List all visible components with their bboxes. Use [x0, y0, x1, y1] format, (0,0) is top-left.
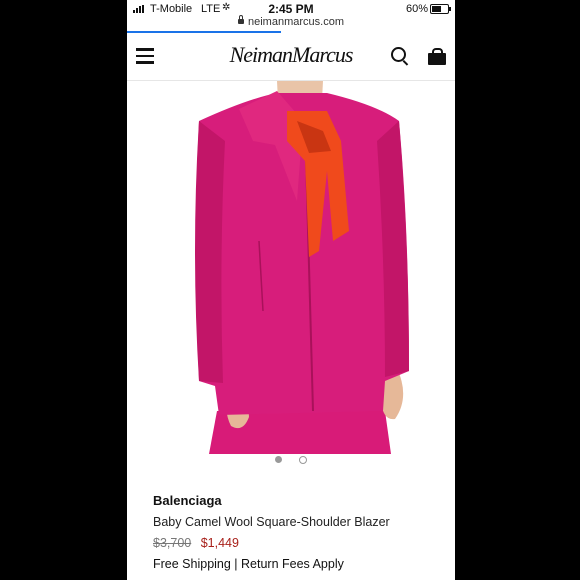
- phone-screen: T-Mobile LTE ✲ 2:45 PM 60% neimanmarcus.…: [127, 0, 455, 580]
- carousel-dot-2[interactable]: [299, 456, 307, 464]
- lock-icon: [238, 15, 244, 24]
- battery-percent: 60%: [406, 3, 429, 15]
- product-name: Baby Camel Wool Square-Shoulder Blazer: [153, 515, 390, 529]
- product-photo: [195, 81, 409, 454]
- product-brand[interactable]: Balenciaga: [153, 493, 222, 508]
- carousel-dot-1[interactable]: [275, 456, 282, 463]
- sale-price: $1,449: [200, 536, 239, 550]
- url-text: neimanmarcus.com: [248, 16, 344, 28]
- page-load-progress: [127, 31, 282, 33]
- carousel-dots: [127, 456, 455, 464]
- battery-icon: [430, 4, 451, 14]
- product-prices: $3,700 $1,449: [153, 536, 239, 550]
- address-bar[interactable]: neimanmarcus.com: [127, 15, 455, 32]
- product-image[interactable]: [127, 81, 455, 454]
- shipping-info: Free Shipping | Return Fees Apply: [153, 557, 344, 571]
- site-header: NeimanMarcus: [127, 34, 455, 81]
- search-icon[interactable]: [391, 47, 406, 62]
- shopping-bag-icon[interactable]: [428, 48, 446, 65]
- original-price: $3,700: [153, 536, 192, 550]
